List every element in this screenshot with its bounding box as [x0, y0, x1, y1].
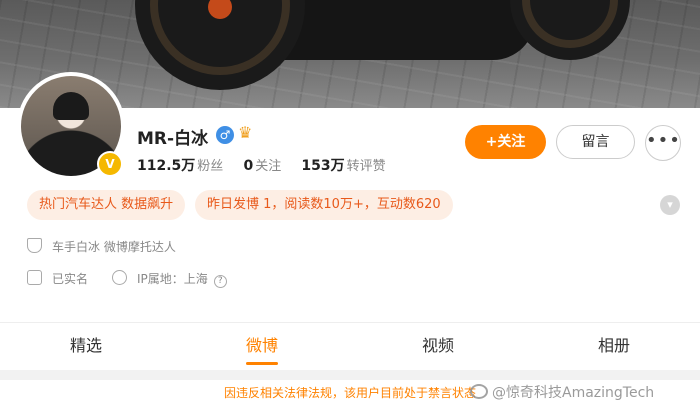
tab-featured[interactable]: 精选: [36, 323, 136, 371]
bio-text: 车手白冰 微博摩托达人: [52, 240, 176, 254]
id-card-icon: [27, 270, 42, 285]
shield-icon: [27, 238, 42, 253]
followers-label[interactable]: 粉丝: [197, 159, 223, 174]
tab-weibo[interactable]: 微博: [212, 323, 312, 371]
message-button[interactable]: 留言: [556, 125, 635, 159]
following-count[interactable]: 0: [243, 158, 253, 174]
realname-row: 已实名: [27, 270, 88, 287]
ip-icon: [112, 270, 127, 285]
tab-video[interactable]: 视频: [388, 323, 488, 371]
avatar-hair: [53, 92, 89, 120]
chevron-down-icon[interactable]: ▾: [660, 195, 680, 215]
verified-badge-icon: V: [97, 151, 123, 177]
watermark-text: @惊奇科技AmazingTech: [492, 385, 655, 401]
hot-creator-tag[interactable]: 热门汽车达人 数据飙升: [27, 190, 186, 220]
bio-row: 车手白冰 微博摩托达人: [27, 238, 176, 255]
likes-label: 转评赞: [346, 159, 386, 174]
tab-album[interactable]: 相册: [564, 323, 664, 371]
watermark: @惊奇科技AmazingTech: [470, 382, 654, 402]
more-dots-icon[interactable]: •••: [645, 125, 681, 161]
likes-count: 153万: [301, 158, 345, 174]
realname-text: 已实名: [52, 272, 89, 286]
section-divider: [0, 370, 700, 380]
follow-button[interactable]: +关注: [465, 125, 546, 159]
following-label[interactable]: 关注: [255, 159, 281, 174]
profile-stats: 112.5万 粉丝 0 关注 153万 转评赞: [137, 155, 402, 175]
yesterday-stats-tag[interactable]: 昨日发博 1，阅读数10万+，互动数620: [195, 190, 453, 220]
male-icon: ♂: [216, 126, 234, 144]
weibo-logo-icon: [470, 384, 488, 399]
ip-location-text: IP属地：上海: [137, 272, 208, 286]
followers-count[interactable]: 112.5万: [137, 158, 195, 174]
question-icon[interactable]: ?: [213, 275, 227, 288]
crown-icon: ♛: [238, 123, 253, 142]
profile-tabs: 精选 微博 视频 相册: [0, 322, 700, 371]
ip-row: IP属地：上海?: [112, 270, 227, 288]
profile-name: MR-白冰: [137, 129, 209, 149]
